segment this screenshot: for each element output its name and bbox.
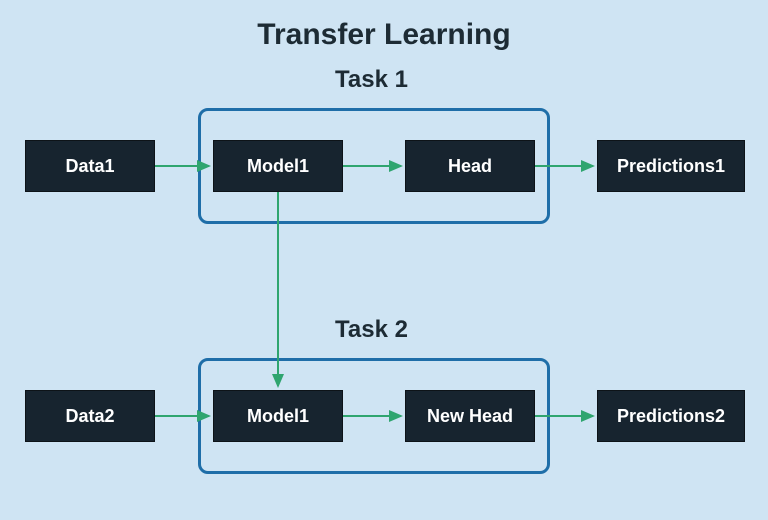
node-predictions1: Predictions1	[597, 140, 745, 192]
node-model1-bottom: Model1	[213, 390, 343, 442]
diagram-title: Transfer Learning	[0, 18, 768, 52]
task1-label: Task 1	[335, 66, 408, 94]
node-model1-top: Model1	[213, 140, 343, 192]
node-new-head: New Head	[405, 390, 535, 442]
node-predictions2: Predictions2	[597, 390, 745, 442]
task2-label: Task 2	[335, 316, 408, 344]
node-head: Head	[405, 140, 535, 192]
node-data2: Data2	[25, 390, 155, 442]
node-data1: Data1	[25, 140, 155, 192]
